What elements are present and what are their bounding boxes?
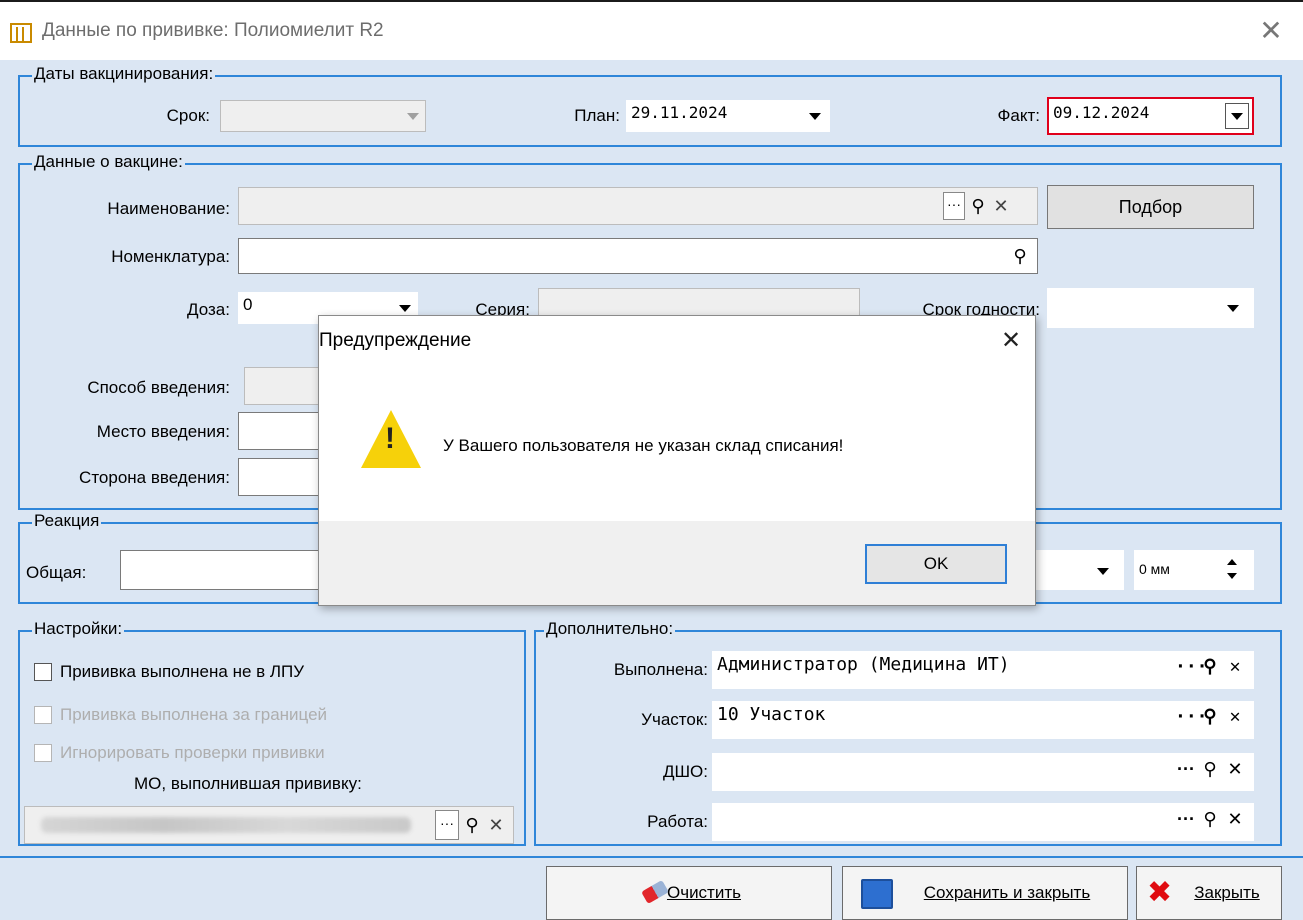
nomenclature-field[interactable]: ⚲	[238, 238, 1038, 274]
clear-icon[interactable]: ✕	[1223, 702, 1247, 738]
settings-legend: Настройки:	[32, 619, 125, 639]
chevron-down-icon	[407, 113, 419, 120]
dsho-label: ДШО:	[662, 762, 708, 781]
search-icon[interactable]: ⚲	[1199, 754, 1221, 790]
term-select[interactable]	[220, 100, 426, 132]
term-label: Срок:	[166, 106, 210, 125]
not-in-lpu-label[interactable]: Прививка выполнена не в ЛПУ	[60, 662, 304, 682]
search-icon[interactable]: ⚲	[967, 191, 989, 224]
eraser-icon	[641, 879, 669, 905]
done-by-field[interactable]: Администратор (Медицина ИТ) ··· ⚲ ✕	[712, 651, 1254, 689]
plan-label: План:	[574, 106, 620, 125]
mm-spinner[interactable]: 0 мм	[1134, 550, 1254, 590]
warning-dialog: Предупреждение ✕ ! У Вашего пользователя…	[318, 315, 1036, 606]
ellipsis-icon[interactable]: ···	[435, 810, 459, 840]
chevron-down-icon	[1231, 113, 1243, 120]
abroad-label[interactable]: Прививка выполнена за границей	[60, 705, 327, 725]
chevron-down-icon	[399, 305, 411, 312]
close-button[interactable]: ✖ Закрыть	[1136, 866, 1282, 920]
spinner-up-icon[interactable]	[1227, 559, 1237, 565]
reaction-legend: Реакция	[32, 511, 102, 531]
dose-label: Доза:	[187, 300, 230, 319]
extra-legend: Дополнительно:	[544, 619, 676, 639]
fact-label: Факт:	[997, 106, 1040, 125]
clear-icon[interactable]: ✕	[1223, 804, 1247, 840]
plan-date-field[interactable]: 29.11.2024	[626, 100, 830, 132]
chevron-down-icon	[1097, 568, 1109, 575]
save-close-button[interactable]: Сохранить и закрыть	[842, 866, 1128, 920]
general-field[interactable]	[120, 550, 330, 590]
search-icon[interactable]: ⚲	[1199, 652, 1221, 688]
name-label: Наименование:	[107, 199, 230, 218]
ellipsis-icon[interactable]: ···	[1175, 804, 1197, 840]
footer-divider	[0, 856, 1303, 858]
place-label: Место введения:	[96, 422, 230, 441]
mo-field[interactable]: ··· ⚲ ✕	[24, 806, 514, 844]
search-icon[interactable]: ⚲	[1009, 241, 1031, 273]
window-close-button[interactable]: ✕	[1255, 14, 1287, 48]
expiry-select[interactable]	[1047, 288, 1254, 328]
work-label: Работа:	[647, 812, 708, 831]
dsho-field[interactable]: ··· ⚲ ✕	[712, 753, 1254, 791]
red-x-icon: ✖	[1147, 876, 1173, 909]
method-label: Способ введения:	[87, 378, 230, 397]
ignore-checks-checkbox[interactable]	[34, 744, 52, 762]
spinner-down-icon[interactable]	[1227, 573, 1237, 579]
ellipsis-icon[interactable]: ···	[1175, 754, 1197, 790]
chevron-down-icon	[809, 113, 821, 120]
nomenclature-label: Номенклатура:	[111, 247, 230, 266]
clear-icon[interactable]: ✕	[989, 191, 1013, 224]
search-icon[interactable]: ⚲	[461, 810, 483, 843]
fact-date-field[interactable]: 09.12.2024	[1047, 97, 1254, 135]
dialog-title: Предупреждение	[319, 330, 472, 351]
done-by-label: Выполнена:	[613, 660, 708, 679]
vaccine-legend: Данные о вакцине:	[32, 152, 185, 172]
window-title: Данные по прививке: Полиомиелит R2	[42, 20, 384, 41]
work-field[interactable]: ··· ⚲ ✕	[712, 803, 1254, 841]
ignore-checks-label[interactable]: Игнорировать проверки прививки	[60, 743, 325, 763]
ellipsis-icon[interactable]: ···	[943, 192, 965, 220]
name-field[interactable]: ··· ⚲ ✕	[238, 187, 1038, 225]
dialog-close-button[interactable]: ✕	[995, 326, 1027, 356]
mo-value-blurred	[41, 817, 411, 833]
ellipsis-icon[interactable]: ···	[1175, 652, 1208, 688]
select-button[interactable]: Подбор	[1047, 185, 1254, 229]
clear-button[interactable]: Очистить	[546, 866, 832, 920]
clear-icon[interactable]: ✕	[485, 810, 507, 843]
search-icon[interactable]: ⚲	[1199, 702, 1221, 738]
district-label: Участок:	[641, 710, 708, 729]
general-label: Общая:	[26, 563, 87, 582]
table-icon	[10, 23, 32, 43]
warning-icon: !	[361, 410, 421, 468]
window-titlebar: Данные по прививке: Полиомиелит R2 ✕	[0, 0, 1303, 60]
fact-dropdown-button[interactable]	[1225, 103, 1249, 129]
clear-icon[interactable]: ✕	[1223, 754, 1247, 790]
ok-button[interactable]: OK	[865, 544, 1007, 584]
side-label: Сторона введения:	[79, 468, 230, 487]
clear-icon[interactable]: ✕	[1223, 652, 1247, 688]
dialog-message: У Вашего пользователя не указан склад сп…	[443, 436, 844, 455]
ellipsis-icon[interactable]: ···	[1175, 702, 1208, 738]
reaction-select[interactable]	[1030, 550, 1124, 590]
not-in-lpu-checkbox[interactable]	[34, 663, 52, 681]
warning-exclamation: !	[385, 422, 395, 455]
district-field[interactable]: 10 Участок ··· ⚲ ✕	[712, 701, 1254, 739]
chevron-down-icon	[1227, 305, 1239, 312]
save-icon	[861, 879, 893, 909]
abroad-checkbox[interactable]	[34, 706, 52, 724]
mo-label: МО, выполнившая прививку:	[134, 774, 362, 793]
dates-legend: Даты вакцинирования:	[32, 64, 216, 84]
search-icon[interactable]: ⚲	[1199, 804, 1221, 840]
